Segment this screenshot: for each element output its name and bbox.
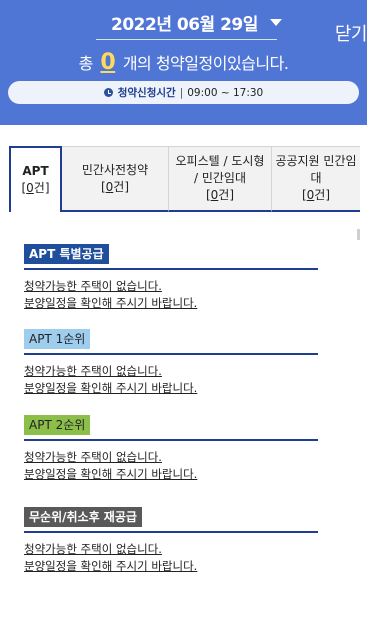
header: 2022년 06월 29일 닫기 총 0 개의 청약일정이있습니다. 청약신청시… (0, 0, 367, 125)
check-schedule-link[interactable]: 분양일정을 확인해 주시기 바랍니다. (24, 295, 318, 312)
application-time-banner: 청약신청시간 | 09:00 ~ 17:30 (8, 81, 359, 104)
section-badge: APT 특별공급 (24, 244, 109, 264)
section-apt-special-supply: APT 특별공급 청약가능한 주택이 없습니다. 분양일정을 확인해 주시기 바… (24, 243, 318, 312)
section-message: 청약가능한 주택이 없습니다. 분양일정을 확인해 주시기 바랍니다. (24, 541, 318, 575)
date-text[interactable]: 2022년 06월 29일 (111, 10, 258, 35)
chevron-down-icon[interactable] (269, 19, 282, 26)
tab-label-line1: 공공지원 민간임 (275, 154, 357, 168)
section-divider (24, 353, 318, 355)
section-apt-first-rank: APT 1순위 청약가능한 주택이 없습니다. 분양일정을 확인해 주시기 바랍… (24, 328, 318, 397)
check-schedule-link[interactable]: 분양일정을 확인해 주시기 바랍니다. (24, 380, 318, 397)
date-selector[interactable]: 2022년 06월 29일 (96, 6, 282, 40)
no-house-link[interactable]: 청약가능한 주택이 없습니다. (24, 449, 318, 466)
time-label: 청약신청시간 (117, 87, 176, 99)
tab-label-line2: 대 (310, 171, 322, 185)
tab-count: [0건] (100, 179, 130, 194)
count-prefix: 총 (78, 54, 94, 73)
section-message: 청약가능한 주택이 없습니다. 분양일정을 확인해 주시기 바랍니다. (24, 449, 318, 483)
tab-label: APT (22, 164, 49, 178)
scrollbar-thumb[interactable] (357, 229, 360, 240)
section-badge: APT 1순위 (24, 329, 91, 349)
section-divider (24, 439, 318, 441)
check-schedule-link[interactable]: 분양일정을 확인해 주시기 바랍니다. (24, 558, 318, 575)
tab-label-line1: 오피스텔 / 도시형 (175, 154, 265, 168)
tab-label-line2: / 민간임대 (193, 171, 247, 185)
tab-label: 민간사전청약 (81, 162, 149, 177)
tab-private-pre-subscription[interactable]: 민간사전청약 [0건] (62, 146, 169, 212)
tab-public-private-rental[interactable]: 공공지원 민간임 대 [0건] (272, 146, 360, 212)
count-suffix: 개의 청약일정이있습니다. (122, 54, 289, 73)
no-house-link[interactable]: 청약가능한 주택이 없습니다. (24, 541, 318, 558)
section-message: 청약가능한 주택이 없습니다. 분양일정을 확인해 주시기 바랍니다. (24, 363, 318, 397)
tab-apt[interactable]: APT [0건] (9, 146, 62, 212)
section-message: 청약가능한 주택이 없습니다. 분양일정을 확인해 주시기 바랍니다. (24, 278, 318, 312)
check-schedule-link[interactable]: 분양일정을 확인해 주시기 바랍니다. (24, 466, 318, 483)
tab-count: [0건] (21, 181, 50, 195)
section-badge: APT 2순위 (24, 415, 91, 435)
section-divider (24, 531, 318, 533)
section-apt-second-rank: APT 2순위 청약가능한 주택이 없습니다. 분양일정을 확인해 주시기 바랍… (24, 414, 318, 483)
tab-count: [0건] (301, 188, 331, 202)
time-value: 09:00 ~ 17:30 (187, 86, 264, 99)
tab-officetel-urban-rental[interactable]: 오피스텔 / 도시형 / 민간임대 [0건] (169, 146, 272, 212)
schedule-count: 0 (100, 50, 116, 75)
category-tabs: APT [0건] 민간사전청약 [0건] 오피스텔 / 도시형 / 민간임대 [… (9, 146, 360, 212)
section-badge: 무순위/취소후 재공급 (24, 507, 142, 527)
no-house-link[interactable]: 청약가능한 주택이 없습니다. (24, 278, 318, 295)
schedule-count-text: 총 0 개의 청약일정이있습니다. (0, 50, 367, 75)
tab-count: [0건] (205, 188, 235, 202)
time-separator: | (179, 86, 184, 99)
close-button[interactable]: 닫기 (335, 20, 367, 46)
clock-icon (103, 88, 113, 97)
section-unranked-resupply: 무순위/취소후 재공급 청약가능한 주택이 없습니다. 분양일정을 확인해 주시… (24, 506, 318, 575)
section-divider (24, 268, 318, 270)
no-house-link[interactable]: 청약가능한 주택이 없습니다. (24, 363, 318, 380)
